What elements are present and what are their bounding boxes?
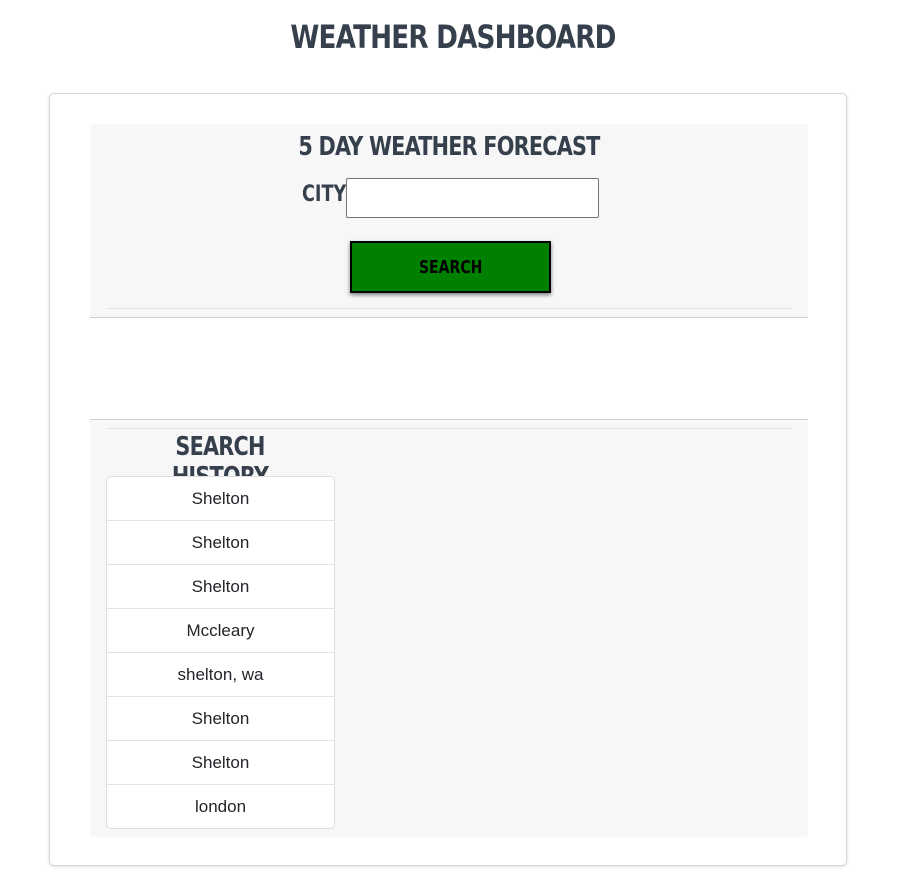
search-button[interactable]: SEARCH <box>350 241 551 293</box>
search-history-panel: SEARCH HISTORY Shelton Shelton Shelton M… <box>90 419 808 837</box>
divider <box>106 428 792 429</box>
history-item[interactable]: Shelton <box>107 697 334 741</box>
divider <box>106 308 792 309</box>
search-button-label: SEARCH <box>418 256 483 278</box>
history-item[interactable]: Mccleary <box>107 609 334 653</box>
history-item[interactable]: london <box>107 785 334 828</box>
history-item[interactable]: Shelton <box>107 741 334 785</box>
city-label: CITY: <box>302 182 352 207</box>
history-item[interactable]: Shelton <box>107 477 334 521</box>
search-history-list: Shelton Shelton Shelton Mccleary shelton… <box>106 476 335 829</box>
dashboard-card: 5 DAY WEATHER FORECAST CITY: SEARCH SEAR… <box>49 93 847 866</box>
page-title: WEATHER DASHBOARD <box>290 18 616 56</box>
history-item[interactable]: shelton, wa <box>107 653 334 697</box>
history-item[interactable]: Shelton <box>107 565 334 609</box>
history-item[interactable]: Shelton <box>107 521 334 565</box>
forecast-search-panel: 5 DAY WEATHER FORECAST CITY: SEARCH <box>90 124 808 318</box>
forecast-heading: 5 DAY WEATHER FORECAST <box>298 132 600 162</box>
city-input[interactable] <box>346 178 599 218</box>
